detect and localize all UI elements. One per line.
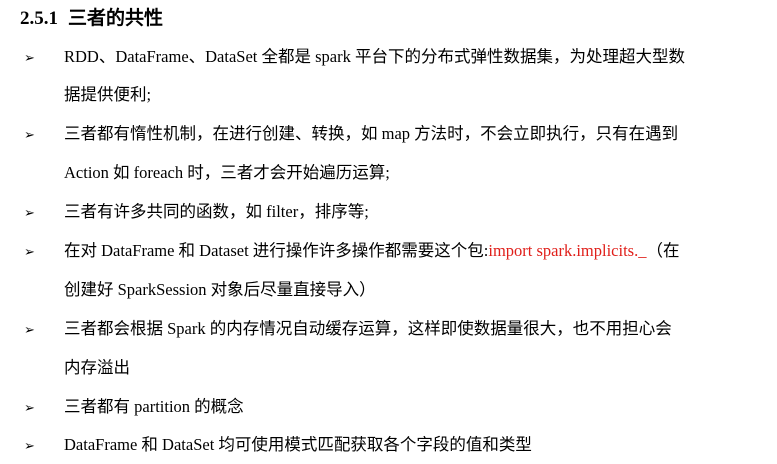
arrow-bullet-icon: ➢ (24, 401, 35, 416)
arrow-bullet-icon: ➢ (24, 128, 35, 143)
item-text: 在对 DataFrame 和 Dataset 进行操作许多操作都需要这个包: (64, 241, 489, 260)
arrow-bullet-icon: ➢ (24, 323, 35, 338)
item-text-line: 在对 DataFrame 和 Dataset 进行操作许多操作都需要这个包:im… (64, 240, 679, 262)
arrow-bullet-icon: ➢ (24, 245, 35, 260)
item-text-line: 三者都有惰性机制，在进行创建、转换，如 map 方法时，不会立即执行，只有在遇到 (64, 124, 679, 143)
item-text-line: DataFrame 和 DataSet 均可使用模式匹配获取各个字段的值和类型 (64, 435, 532, 454)
item-text-line: Action 如 foreach 时，三者才会开始遍历运算; (64, 163, 390, 182)
item-text-line: 创建好 SparkSession 对象后尽量直接导入） (64, 280, 376, 299)
item-text: （在 (646, 241, 680, 260)
item-text-line: 三者有许多共同的函数，如 filter，排序等; (64, 202, 369, 221)
item-text-line: 三者都有 partition 的概念 (64, 397, 244, 416)
item-text-line: RDD、DataFrame、DataSet 全都是 spark 平台下的分布式弹… (64, 47, 685, 66)
item-text-line: 据提供便利; (64, 85, 152, 104)
item-text-line: 三者都会根据 Spark 的内存情况自动缓存运算，这样即使数据量很大，也不用担心… (64, 319, 672, 338)
bullet-list: ➢ RDD、DataFrame、DataSet 全都是 spark 平台下的分布… (0, 0, 777, 464)
arrow-bullet-icon: ➢ (24, 206, 35, 221)
arrow-bullet-icon: ➢ (24, 439, 35, 454)
import-code-snippet: import spark.implicits._ (488, 241, 647, 260)
item-text-line: 内存溢出 (64, 358, 130, 377)
arrow-bullet-icon: ➢ (24, 51, 35, 66)
